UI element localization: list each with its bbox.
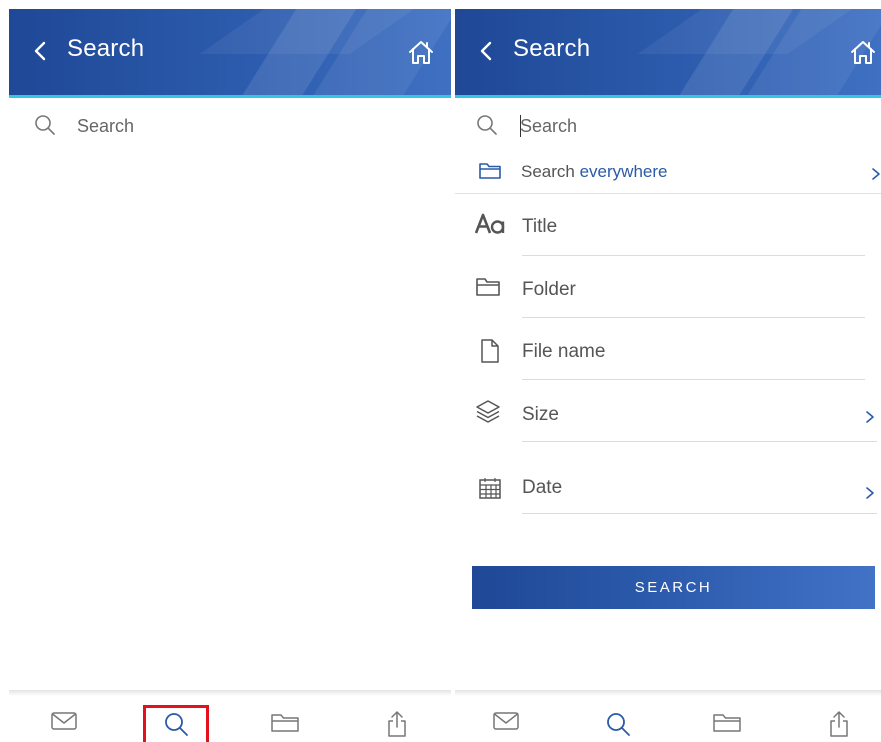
search-button[interactable]: SEARCH: [472, 566, 875, 609]
folder-icon: [271, 714, 299, 732]
search-icon: [607, 713, 630, 736]
share-icon: [388, 711, 406, 737]
page-title: Search: [67, 35, 145, 62]
search-scope-label: Search everywhere: [521, 162, 668, 181]
mail-icon: [493, 712, 519, 730]
highlight-box: [143, 705, 209, 742]
right-screen: Search Search everywhere Title Folder Fi…: [455, 0, 881, 742]
search-bar: [9, 106, 451, 146]
search-input[interactable]: [77, 112, 417, 140]
bottom-navigation: [455, 690, 881, 742]
search-input[interactable]: [520, 112, 860, 140]
text-cursor: [520, 115, 521, 137]
search-icon: [33, 113, 57, 137]
nav-mail[interactable]: [47, 710, 81, 740]
folder-icon: [713, 714, 741, 732]
layers-icon: [476, 400, 500, 423]
calendar-icon: [479, 478, 501, 499]
nav-mail[interactable]: [489, 710, 523, 740]
page-title: Search: [513, 35, 591, 62]
nav-folders[interactable]: [268, 710, 302, 740]
mail-icon: [51, 712, 77, 730]
home-icon: [851, 41, 875, 64]
home-button[interactable]: [406, 37, 436, 67]
chevron-right-icon: [866, 487, 874, 499]
filter-size[interactable]: Size: [455, 380, 881, 442]
bottom-navigation: [9, 690, 451, 742]
left-screen: Search: [9, 0, 451, 742]
folder-icon: [479, 163, 501, 179]
filter-title-label: Title: [522, 216, 558, 237]
filter-file-name-label: File name: [522, 341, 606, 362]
back-button[interactable]: [29, 37, 53, 65]
text-aa-icon: [475, 213, 505, 234]
filter-file-name[interactable]: File name: [455, 318, 881, 380]
filter-date-label: Date: [522, 477, 563, 498]
header-bar: Search: [455, 9, 881, 98]
back-button[interactable]: [475, 37, 499, 65]
nav-folders[interactable]: [710, 710, 744, 740]
nav-search[interactable]: [601, 710, 635, 740]
home-button[interactable]: [848, 37, 878, 67]
filter-title[interactable]: Title: [455, 194, 881, 256]
filter-folder[interactable]: Folder: [455, 256, 881, 318]
filter-folder-label: Folder: [522, 279, 576, 300]
home-icon: [409, 41, 433, 64]
search-bar: [455, 106, 881, 146]
search-scope-value: everywhere: [579, 162, 668, 181]
chevron-left-icon: [34, 41, 46, 61]
file-icon: [481, 339, 499, 363]
nav-share[interactable]: [822, 710, 856, 740]
nav-share[interactable]: [380, 710, 414, 740]
filter-date[interactable]: Date: [455, 442, 881, 514]
chevron-left-icon: [480, 41, 492, 61]
folder-icon: [476, 278, 500, 296]
chevron-right-icon: [872, 168, 880, 180]
share-icon: [830, 711, 848, 737]
search-icon: [475, 113, 499, 137]
filter-size-label: Size: [522, 404, 559, 425]
header-bar: Search: [9, 9, 451, 98]
chevron-right-icon: [866, 411, 874, 423]
search-scope-row[interactable]: Search everywhere: [455, 154, 881, 194]
